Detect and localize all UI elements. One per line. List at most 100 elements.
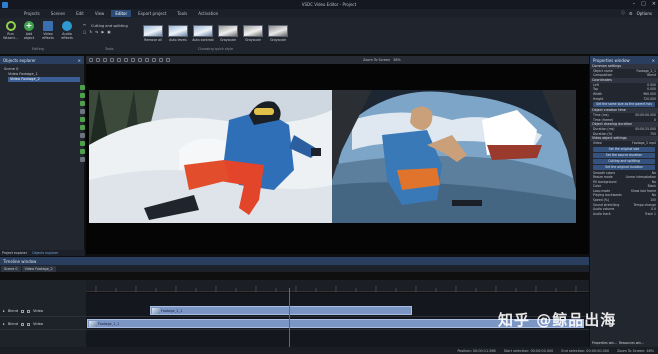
gear-icon[interactable]: ⚙	[629, 11, 633, 16]
clip-footage-2[interactable]: Footage_2_1	[150, 306, 412, 315]
playhead-cursor[interactable]	[289, 288, 290, 347]
track-2-blend[interactable]: Blend	[8, 322, 18, 326]
snowboarder-image	[89, 90, 332, 223]
speed-icon[interactable]: ▶	[101, 30, 104, 34]
chart-tool-icon[interactable]	[79, 149, 85, 154]
status-zoom[interactable]: Zoom To Screen: 46%	[617, 349, 654, 353]
copy-icon[interactable]	[110, 58, 114, 62]
more-tools-icon[interactable]	[79, 157, 85, 162]
cutting-splitting-prop-button[interactable]: Cutting and splitting	[593, 158, 655, 164]
tab-project-explorer[interactable]: Project explorer	[2, 251, 27, 255]
tab-objects-explorer[interactable]: Objects explorer	[32, 251, 58, 255]
move-tool-icon[interactable]	[79, 85, 85, 90]
track-2-type: Video	[33, 322, 44, 326]
options-label[interactable]: Options	[637, 11, 652, 16]
effect-auto-levels[interactable]: Auto levels	[167, 25, 189, 42]
run-wizard-button[interactable]: Run Wizard...	[3, 21, 18, 40]
menu-edit[interactable]: Edit	[72, 10, 88, 17]
original-size-button[interactable]: Set the original size	[593, 146, 655, 152]
menu-editor[interactable]: Editor	[111, 10, 132, 17]
video-footage-1[interactable]	[89, 90, 332, 223]
flip-icon[interactable]: ⇆	[95, 30, 98, 34]
status-bar: Position: 00:00:11.566 Start selection: …	[0, 347, 658, 354]
menu-view[interactable]: View	[91, 10, 109, 17]
track-2-chevron-icon[interactable]: ▸	[3, 322, 5, 326]
delete-icon[interactable]	[124, 58, 128, 62]
text-tool-icon[interactable]	[79, 109, 85, 114]
maximize-icon[interactable]: □	[641, 1, 646, 7]
menu-projects[interactable]: Projects	[20, 10, 44, 17]
hand-tool-icon[interactable]	[79, 101, 85, 106]
align-left-icon[interactable]	[131, 58, 135, 62]
source-duration-button[interactable]: Set the source duration	[593, 152, 655, 158]
status-end-selection: End selection: 00:00:00.000	[561, 348, 610, 353]
audio-effects-button[interactable]: Audio effects	[60, 21, 74, 40]
video-tool-icon[interactable]	[79, 133, 85, 138]
cut-icon[interactable]	[103, 58, 107, 62]
video-effects-button[interactable]: Video effects	[41, 21, 55, 40]
effect-grayscale-2[interactable]: Grayscale	[242, 25, 264, 42]
zoom-label[interactable]: Zoom To Screen	[363, 58, 390, 62]
crop-icon[interactable]: □	[83, 30, 86, 34]
effect-grayscale-3[interactable]: Grayscale	[267, 25, 289, 42]
track-2-lock-icon[interactable]	[27, 322, 31, 326]
menu-export-project[interactable]: Export project	[134, 10, 170, 17]
effect-remove-all[interactable]: Remove all	[142, 25, 164, 42]
pin-icon[interactable]: ×	[78, 58, 81, 63]
layer-up-icon[interactable]	[159, 58, 163, 62]
help-icon[interactable]: ⓘ	[621, 10, 625, 16]
timeline-ruler[interactable]	[86, 280, 589, 292]
track-1-blend[interactable]: Blend	[8, 309, 18, 313]
align-center-icon[interactable]	[138, 58, 142, 62]
preview-canvas[interactable]	[86, 64, 589, 254]
track-2-visibility-icon[interactable]	[21, 322, 25, 326]
align-right-icon[interactable]	[145, 58, 149, 62]
close-icon[interactable]: ×	[652, 1, 656, 7]
add-object-button[interactable]: + Add object	[22, 21, 36, 40]
panel-close-icon[interactable]: ×	[652, 58, 655, 63]
effect-auto-contrast[interactable]: Auto contrast	[192, 25, 214, 42]
track-1-chevron-icon[interactable]: ▸	[3, 309, 5, 313]
redo-icon[interactable]	[96, 58, 100, 62]
select-tool-icon[interactable]	[79, 93, 85, 98]
minimize-icon[interactable]: –	[633, 1, 636, 7]
effect-thumb	[218, 25, 238, 37]
effect-thumb	[168, 25, 188, 37]
undo-icon[interactable]	[89, 58, 93, 62]
timeline-tab-footage[interactable]: Video Footage_2	[21, 265, 56, 272]
layer-down-icon[interactable]	[166, 58, 170, 62]
original-duration-button[interactable]: Set the original duration	[593, 164, 655, 170]
same-size-button[interactable]: Set the same size as the parent has	[593, 102, 655, 108]
explorer-tabs: Project explorer Objects explorer	[0, 250, 85, 256]
effect-grayscale-1[interactable]: Grayscale	[217, 25, 239, 42]
snapshot-icon[interactable]: ▣	[107, 30, 110, 34]
rotate-icon[interactable]: ↻	[89, 30, 92, 34]
timeline-tab-scene[interactable]: Scene 0	[1, 265, 21, 272]
status-start-selection: Start selection: 00:00:00.000	[503, 348, 554, 353]
menu-scenes[interactable]: Scenes	[47, 10, 69, 17]
audio-tool-icon[interactable]	[79, 141, 85, 146]
prop-video[interactable]: Video Footage_2 mp4	[590, 141, 658, 146]
zoom-value[interactable]: 38%	[393, 58, 401, 62]
shape-tool-icon[interactable]	[79, 117, 85, 122]
objects-explorer-panel: Objects explorer × Scene 0 Video Footage…	[0, 56, 85, 256]
paste-icon[interactable]	[117, 58, 121, 62]
grid-icon[interactable]	[152, 58, 156, 62]
menu-tools[interactable]: Tools	[173, 10, 191, 17]
menu-bar: Projects Scenes Edit View Editor Export …	[0, 9, 658, 18]
track-1-lock-icon[interactable]	[27, 309, 31, 313]
timeline-header: Timeline window	[0, 257, 589, 265]
objects-tree: Scene 0 Video Footage_1 Video Footage_2	[0, 64, 84, 85]
audio-effects-icon	[62, 21, 72, 31]
cutting-splitting-button[interactable]: ✂ Cutting and splitting	[83, 23, 128, 28]
video-footage-2[interactable]	[332, 90, 576, 223]
menu-activation[interactable]: Activation	[194, 10, 222, 17]
video-effects-icon	[43, 21, 53, 31]
track-1-visibility-icon[interactable]	[21, 309, 25, 313]
canvas-toolbar: Zoom To Screen 38%	[86, 56, 589, 64]
tree-item-footage-2[interactable]: Video Footage_2	[8, 77, 80, 82]
prop-height[interactable]: Height 720.000	[590, 97, 658, 102]
tool-row: □ ↻ ⇆ ▶ ▣	[83, 30, 111, 34]
prop-audio-track[interactable]: Audio track Track 1	[590, 212, 658, 217]
image-tool-icon[interactable]	[79, 125, 85, 130]
